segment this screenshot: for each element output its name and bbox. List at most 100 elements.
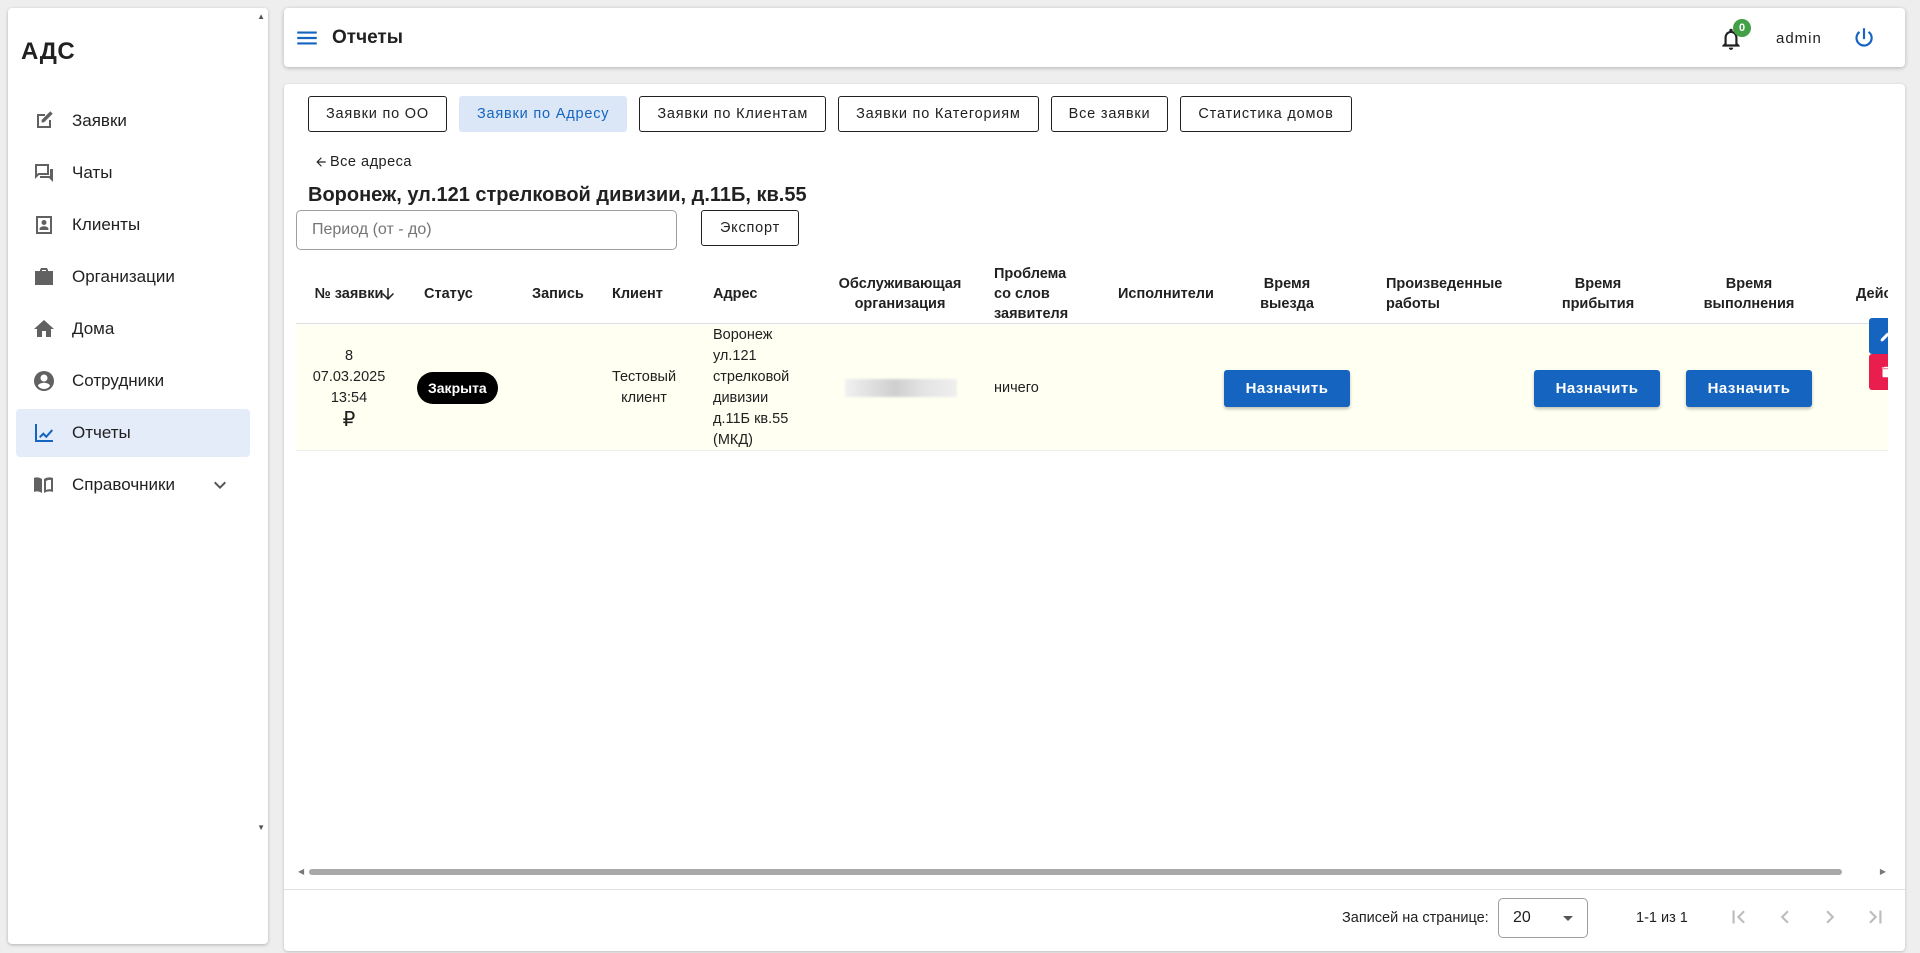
pagination: Записей на странице: 20 1-1 из 1 bbox=[284, 889, 1905, 939]
back-link-label: Все адреса bbox=[330, 154, 412, 170]
trash-icon bbox=[1881, 366, 1888, 378]
caret-down-icon bbox=[1563, 916, 1573, 921]
back-to-addresses-link[interactable]: Все адреса bbox=[314, 154, 412, 170]
sidebar-item-chats[interactable]: Чаты bbox=[16, 149, 250, 197]
last-page-icon[interactable] bbox=[1862, 904, 1888, 930]
chevron-down-icon bbox=[208, 473, 232, 497]
tab-by-address[interactable]: Заявки по Адресу bbox=[458, 96, 628, 132]
sidebar-scroll-up-icon[interactable]: ▲ bbox=[257, 12, 265, 21]
top-bar: Отчеты 0 admin bbox=[284, 8, 1905, 67]
home-icon bbox=[32, 317, 56, 341]
column-label: № заявки bbox=[314, 286, 384, 302]
sort-arrow-down-icon[interactable] bbox=[379, 285, 397, 303]
sidebar-item-organizations[interactable]: Организации bbox=[16, 253, 250, 301]
sidebar-item-label: Чаты bbox=[72, 163, 113, 182]
requests-table: № заявки Статус Запись Клиент Адрес Обсл… bbox=[296, 264, 1888, 464]
column-header-status[interactable]: Статус bbox=[424, 264, 494, 324]
assign-departure-button[interactable]: Назначить bbox=[1223, 369, 1351, 407]
cell-completion: Назначить bbox=[1684, 325, 1814, 451]
request-time: 13:54 bbox=[330, 389, 368, 406]
power-icon[interactable] bbox=[1851, 25, 1877, 51]
next-page-icon[interactable] bbox=[1817, 904, 1843, 930]
sidebar-nav: Заявки Чаты Клиенты Организации Дома Сот… bbox=[16, 97, 250, 513]
cell-address: Воронеж ул.121 стрелковой дивизии д.11Б … bbox=[713, 327, 790, 448]
sidebar-item-requests[interactable]: Заявки bbox=[16, 97, 250, 145]
contact-card-icon bbox=[32, 213, 56, 237]
column-header-executors[interactable]: Исполнители bbox=[1118, 264, 1218, 324]
delete-button[interactable] bbox=[1869, 354, 1888, 390]
period-input[interactable] bbox=[296, 210, 677, 250]
tab-all-requests[interactable]: Все заявки bbox=[1050, 96, 1169, 132]
notification-badge: 0 bbox=[1733, 19, 1751, 37]
cell-arrival: Назначить bbox=[1532, 325, 1662, 451]
scrollbar-thumb[interactable] bbox=[309, 869, 1842, 875]
export-button[interactable]: Экспорт bbox=[701, 210, 799, 246]
account-circle-icon bbox=[32, 369, 56, 393]
sidebar-item-reports[interactable]: Отчеты bbox=[16, 409, 250, 457]
column-header-arrival[interactable]: Время прибытия bbox=[1558, 264, 1638, 324]
rows-per-page-value: 20 bbox=[1513, 909, 1531, 926]
sidebar-scroll-down-icon[interactable]: ▼ bbox=[257, 823, 265, 832]
previous-page-icon[interactable] bbox=[1772, 904, 1798, 930]
user-name: admin bbox=[1776, 30, 1822, 47]
cell-status: Закрыта bbox=[417, 325, 517, 451]
ruble-icon: ₽ bbox=[342, 408, 356, 431]
cell-problem: ничего bbox=[994, 379, 1039, 396]
redacted-organization bbox=[845, 379, 957, 397]
tab-house-stats[interactable]: Статистика домов bbox=[1180, 96, 1352, 132]
column-header-address[interactable]: Адрес bbox=[713, 264, 773, 324]
sidebar-item-employees[interactable]: Сотрудники bbox=[16, 357, 250, 405]
request-number: 8 bbox=[344, 347, 354, 364]
table-row[interactable]: 8 07.03.2025 13:54 ₽ Закрыта Тестовый кл… bbox=[296, 318, 1888, 451]
column-header-actions[interactable]: Действ bbox=[1856, 264, 1888, 324]
sidebar-item-directories[interactable]: Справочники bbox=[16, 461, 250, 509]
first-page-icon[interactable] bbox=[1726, 904, 1752, 930]
tab-by-org[interactable]: Заявки по ОО bbox=[308, 96, 447, 132]
cell-record bbox=[532, 325, 592, 451]
page-range: 1-1 из 1 bbox=[1636, 910, 1688, 926]
sidebar-item-label: Дома bbox=[72, 319, 115, 338]
edit-note-icon bbox=[32, 109, 56, 133]
column-header-problem[interactable]: Проблема со слов заявителя bbox=[994, 264, 1078, 324]
column-header-works[interactable]: Произведенные работы bbox=[1386, 264, 1516, 324]
rows-per-page-label: Записей на странице: bbox=[1342, 910, 1489, 926]
column-header-number[interactable]: № заявки bbox=[314, 264, 384, 324]
sidebar-item-label: Организации bbox=[72, 267, 175, 286]
sidebar-item-label: Отчеты bbox=[72, 423, 131, 442]
main-content: Заявки по ОО Заявки по Адресу Заявки по … bbox=[284, 84, 1905, 951]
sidebar-item-label: Справочники bbox=[72, 475, 175, 494]
report-tabs: Заявки по ОО Заявки по Адресу Заявки по … bbox=[308, 96, 1364, 132]
tab-by-categories[interactable]: Заявки по Категориям bbox=[838, 96, 1039, 132]
menu-icon[interactable] bbox=[294, 25, 320, 51]
cell-departure: Назначить bbox=[1222, 325, 1352, 451]
line-chart-icon bbox=[32, 421, 56, 445]
arrow-left-icon bbox=[316, 157, 326, 167]
scroll-right-icon[interactable]: ▶ bbox=[1880, 867, 1886, 876]
edit-button[interactable] bbox=[1869, 318, 1888, 354]
address-heading: Воронеж, ул.121 стрелковой дивизии, д.11… bbox=[308, 184, 807, 206]
horizontal-scrollbar[interactable]: ◀ ▶ bbox=[296, 866, 1888, 878]
scroll-left-icon[interactable]: ◀ bbox=[298, 867, 304, 876]
assign-completion-button[interactable]: Назначить bbox=[1685, 369, 1813, 407]
table-header: № заявки Статус Запись Клиент Адрес Обсл… bbox=[296, 264, 1888, 324]
pencil-icon bbox=[1880, 331, 1888, 342]
column-header-record[interactable]: Запись bbox=[532, 264, 592, 324]
sidebar-item-houses[interactable]: Дома bbox=[16, 305, 250, 353]
column-header-organization[interactable]: Обслуживающая организация bbox=[820, 264, 980, 324]
app-logo: АДС bbox=[21, 38, 76, 65]
column-header-departure[interactable]: Время выезда bbox=[1252, 264, 1322, 324]
column-header-completion[interactable]: Время выполнения bbox=[1694, 264, 1804, 324]
sidebar-item-clients[interactable]: Клиенты bbox=[16, 201, 250, 249]
sidebar-item-label: Заявки bbox=[72, 111, 127, 130]
sidebar-item-label: Клиенты bbox=[72, 215, 141, 234]
tab-by-clients[interactable]: Заявки по Клиентам bbox=[639, 96, 827, 132]
page-title: Отчеты bbox=[332, 27, 403, 48]
cell-works bbox=[1386, 325, 1516, 451]
assign-arrival-button[interactable]: Назначить bbox=[1533, 369, 1661, 407]
sidebar: ▲ АДС Заявки Чаты Клиенты Организации До… bbox=[8, 8, 268, 944]
request-date: 07.03.2025 bbox=[312, 368, 386, 385]
chat-icon bbox=[32, 161, 56, 185]
column-header-client[interactable]: Клиент bbox=[612, 264, 672, 324]
rows-per-page-select[interactable]: 20 bbox=[1498, 898, 1588, 938]
cell-organization bbox=[836, 325, 966, 451]
